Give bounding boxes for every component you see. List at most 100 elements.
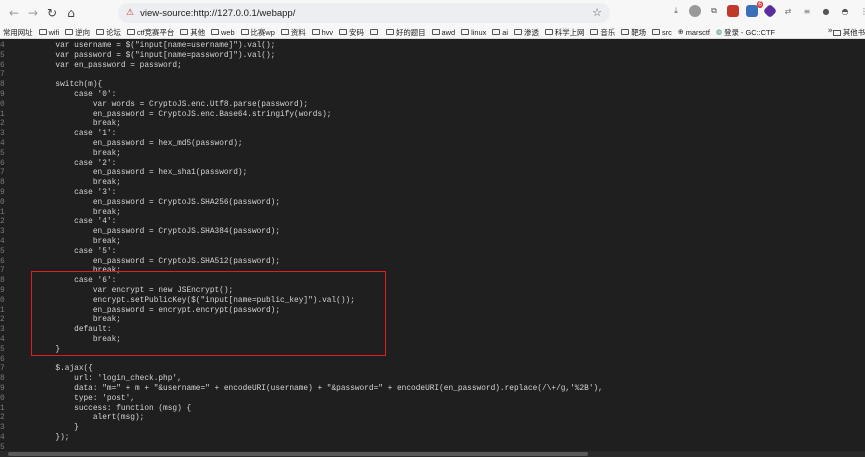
horizontal-scrollbar[interactable] bbox=[0, 451, 865, 457]
extension-list-icon[interactable]: ≡ bbox=[801, 5, 813, 17]
bookmark-item[interactable]: ◍ 登录 - GC::CTF bbox=[716, 27, 775, 38]
bookmark-folder[interactable]: web bbox=[211, 28, 235, 37]
line-number[interactable]: 4 bbox=[0, 434, 8, 444]
line-number[interactable]: 6 bbox=[0, 356, 8, 366]
reload-icon[interactable]: ↻ bbox=[43, 4, 61, 22]
line-number[interactable]: 5 bbox=[0, 248, 8, 258]
line-number[interactable]: 7 bbox=[0, 365, 8, 375]
code-text: case '4': bbox=[18, 218, 117, 227]
code-text: switch(m){ bbox=[18, 81, 103, 90]
line-number[interactable]: 5 bbox=[0, 52, 8, 62]
bookmark-item[interactable]: ⊕ marsctf bbox=[678, 28, 710, 37]
bookmark-star-icon[interactable]: ☆ bbox=[592, 6, 602, 19]
line-number[interactable]: 8 bbox=[0, 81, 8, 91]
bookmark-folder[interactable]: 比赛wp bbox=[240, 27, 275, 38]
red-highlight-box bbox=[31, 271, 386, 356]
line-number[interactable]: 7 bbox=[0, 71, 8, 81]
bookmark-folder[interactable]: 好的题目 bbox=[385, 27, 426, 38]
source-line: 3 case '1': bbox=[0, 130, 865, 140]
bookmark-folder[interactable]: 渗透 bbox=[514, 27, 539, 38]
code-text: success: function (msg) { bbox=[18, 404, 192, 413]
address-bar[interactable]: ⚠ view-source:http://127.0.0.1/webapp/ ☆ bbox=[118, 3, 610, 23]
line-number[interactable]: 4 bbox=[0, 140, 8, 150]
line-number[interactable]: 6 bbox=[0, 160, 8, 170]
back-arrow-icon[interactable]: ← bbox=[5, 4, 23, 22]
bookmark-item[interactable]: 常用网址 bbox=[3, 27, 33, 38]
line-number[interactable]: 7 bbox=[0, 169, 8, 179]
line-number[interactable]: 4 bbox=[0, 336, 8, 346]
extension-puzzle-icon[interactable]: ⧉ bbox=[708, 5, 720, 17]
source-line: 1 success: function (msg) { bbox=[0, 405, 865, 415]
line-number[interactable]: 1 bbox=[0, 405, 8, 415]
code-text: var en_password = password; bbox=[18, 61, 182, 70]
line-number[interactable]: 0 bbox=[0, 297, 8, 307]
profile-icon[interactable]: ● bbox=[820, 5, 832, 17]
line-number[interactable]: 2 bbox=[0, 316, 8, 326]
line-number[interactable]: 0 bbox=[0, 199, 8, 209]
line-number[interactable]: 2 bbox=[0, 120, 8, 130]
line-number[interactable]: 1 bbox=[0, 209, 8, 219]
extension-purple-icon[interactable] bbox=[762, 3, 778, 19]
bookmark-folder[interactable]: 靶场 bbox=[621, 27, 646, 38]
other-bookmarks-folder[interactable]: 其他书 bbox=[832, 27, 865, 38]
translate-icon[interactable]: ⇄ bbox=[782, 5, 794, 17]
line-number[interactable]: 6 bbox=[0, 258, 8, 268]
line-number[interactable]: 6 bbox=[0, 62, 8, 72]
extension-gray-icon[interactable] bbox=[689, 5, 701, 17]
line-number[interactable]: 7 bbox=[0, 267, 8, 277]
bookmark-folder[interactable]: wifi bbox=[38, 28, 59, 37]
line-number[interactable]: 0 bbox=[0, 101, 8, 111]
source-code-view[interactable]: 6 });54 });3 }2 alert(msg);1 success: fu… bbox=[0, 40, 865, 457]
line-number[interactable]: 2 bbox=[0, 414, 8, 424]
incognito-icon[interactable]: ◓ bbox=[839, 5, 851, 17]
bookmark-folder[interactable]: awd bbox=[431, 28, 455, 37]
line-number[interactable]: 5 bbox=[0, 346, 8, 356]
bookmark-folder[interactable]: 音乐 bbox=[590, 27, 615, 38]
folder-icon bbox=[590, 29, 599, 35]
code-text: var words = CryptoJS.enc.Utf8.parse(pass… bbox=[18, 100, 309, 109]
bookmark-folder[interactable]: 逆向 bbox=[65, 27, 90, 38]
extension-red-icon[interactable] bbox=[727, 5, 739, 17]
bookmark-folder[interactable]: 科学上网 bbox=[544, 27, 584, 38]
line-number[interactable]: 8 bbox=[0, 375, 8, 385]
folder-icon bbox=[211, 29, 220, 35]
extension-badge-icon[interactable]: 6 bbox=[746, 1, 763, 17]
forward-arrow-icon[interactable]: → bbox=[24, 4, 42, 22]
scrollbar-thumb[interactable] bbox=[8, 452, 588, 456]
folder-icon bbox=[385, 29, 394, 35]
line-number[interactable]: 0 bbox=[0, 395, 8, 405]
line-number[interactable]: 3 bbox=[0, 130, 8, 140]
bookmark-folder[interactable]: 安码 bbox=[339, 27, 364, 38]
line-number[interactable]: 9 bbox=[0, 287, 8, 297]
line-number[interactable]: 1 bbox=[0, 307, 8, 317]
bookmark-folder[interactable]: ctf竞赛平台 bbox=[126, 27, 174, 38]
line-number[interactable]: 1 bbox=[0, 111, 8, 121]
download-icon[interactable]: ⤓ bbox=[670, 5, 682, 17]
bookmark-folder[interactable]: 其他 bbox=[180, 27, 205, 38]
line-number[interactable]: 3 bbox=[0, 228, 8, 238]
line-number[interactable]: 2 bbox=[0, 218, 8, 228]
line-number[interactable]: 9 bbox=[0, 189, 8, 199]
source-line: 9 data: "m=" + m + "&username=" + encode… bbox=[0, 385, 865, 395]
line-number[interactable]: 3 bbox=[0, 326, 8, 336]
line-number[interactable]: 9 bbox=[0, 385, 8, 395]
line-number[interactable]: 9 bbox=[0, 91, 8, 101]
line-number[interactable]: 8 bbox=[0, 179, 8, 189]
line-number[interactable]: 4 bbox=[0, 42, 8, 52]
bookmark-folder[interactable]: linux bbox=[461, 28, 486, 37]
menu-icon[interactable]: ⋮ bbox=[858, 5, 865, 17]
security-warning-icon[interactable]: ⚠ bbox=[126, 8, 134, 18]
line-number[interactable]: 5 bbox=[0, 150, 8, 160]
bookmarks-bar: 常用网址 wifi 逆向 论坛 ctf竞赛平台 其他 web 比赛wp 资料 h… bbox=[0, 26, 865, 39]
line-number[interactable]: 3 bbox=[0, 424, 8, 434]
line-number[interactable]: 4 bbox=[0, 238, 8, 248]
bookmark-folder[interactable]: hvv bbox=[311, 28, 333, 37]
home-icon[interactable]: ⌂ bbox=[62, 4, 80, 22]
bookmark-folder[interactable] bbox=[369, 29, 380, 35]
bookmark-folder[interactable]: src bbox=[652, 28, 672, 37]
line-number[interactable]: 8 bbox=[0, 277, 8, 287]
bookmark-folder[interactable]: 论坛 bbox=[96, 27, 121, 38]
bookmark-folder[interactable]: 资料 bbox=[280, 27, 306, 38]
bookmark-folder[interactable]: ai bbox=[492, 28, 508, 37]
source-line: 8 url: 'login_check.php', bbox=[0, 375, 865, 385]
